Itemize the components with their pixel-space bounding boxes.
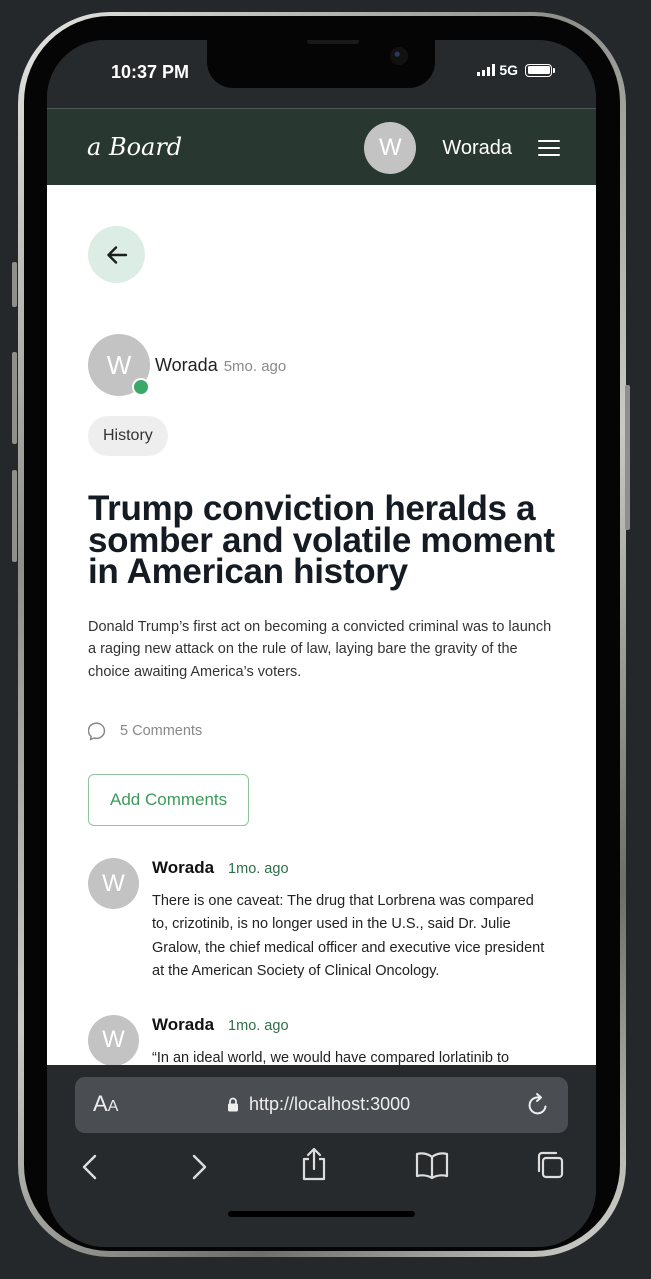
signal-icon xyxy=(477,64,496,76)
comment-author[interactable]: Worada xyxy=(152,858,214,878)
comment-text: “In an ideal world, we would have compar… xyxy=(152,1049,510,1065)
comment-timestamp: 1mo. ago xyxy=(228,1017,289,1034)
post-title: Trump conviction heralds a somber and vo… xyxy=(88,489,555,591)
back-button[interactable] xyxy=(88,226,145,283)
arrow-left-icon xyxy=(106,245,127,264)
front-camera xyxy=(390,47,408,65)
network-type: 5G xyxy=(499,62,518,78)
status-bar: 10:37 PM 5G xyxy=(47,40,596,108)
status-time: 10:37 PM xyxy=(111,62,190,82)
menu-icon[interactable] xyxy=(538,140,560,156)
reload-icon[interactable] xyxy=(526,1092,550,1118)
comment-header: Worada 1mo. ago xyxy=(152,1015,552,1035)
browser-back-icon[interactable] xyxy=(80,1153,100,1181)
webview: a Board W Worada W Worada 5mo. ago Histo… xyxy=(47,108,596,1065)
app-header: a Board W Worada xyxy=(47,108,596,185)
post-excerpt: Donald Trump’s first act on becoming a c… xyxy=(88,618,552,681)
add-comment-button[interactable]: Add Comments xyxy=(88,774,250,827)
header-user-area: W Worada xyxy=(364,122,560,174)
tabs-icon[interactable] xyxy=(535,1150,565,1180)
comment-avatar[interactable]: W xyxy=(88,1014,139,1065)
comment-body: Worada 1mo. ago “In an ideal world, we w… xyxy=(152,1015,552,1065)
app-logo[interactable]: a Board xyxy=(87,133,182,161)
mute-switch xyxy=(12,262,17,307)
phone-screen: 10:37 PM 5G a Board W Worada W Worada 5m… xyxy=(47,40,596,1247)
browser-forward-icon[interactable] xyxy=(189,1153,209,1181)
lock-icon xyxy=(228,1097,238,1112)
author-avatar-wrap: W xyxy=(88,334,150,396)
category-tag[interactable]: History xyxy=(88,416,168,456)
url-text: http://localhost:3000 xyxy=(249,1094,411,1114)
comment-avatar[interactable]: W xyxy=(88,858,139,910)
bookmarks-icon[interactable] xyxy=(415,1151,449,1179)
volume-up-button xyxy=(12,352,17,444)
text-size-button[interactable]: AA xyxy=(93,1091,118,1117)
browser-toolbar: AA http://localhost:3000 xyxy=(47,1065,596,1247)
address-bar[interactable]: AA http://localhost:3000 xyxy=(75,1077,568,1133)
post-timestamp: 5mo. ago xyxy=(223,357,287,375)
header-username[interactable]: Worada xyxy=(442,137,512,160)
power-button xyxy=(625,385,630,530)
home-indicator[interactable] xyxy=(228,1211,415,1217)
notch xyxy=(207,40,435,88)
earpiece-speaker xyxy=(307,40,359,44)
post-author-name[interactable]: Worada xyxy=(155,355,218,376)
comment-body: Worada 1mo. ago There is one caveat: The… xyxy=(152,858,552,983)
share-icon[interactable] xyxy=(300,1147,328,1181)
volume-down-button xyxy=(12,470,17,562)
comment-bubble-icon xyxy=(88,722,106,741)
comment-author[interactable]: Worada xyxy=(152,1015,214,1035)
post-detail: W Worada 5mo. ago History Trump convicti… xyxy=(47,226,596,1065)
post-author-row: W Worada 5mo. ago xyxy=(88,334,555,396)
comments-count-label: 5 Comments xyxy=(120,723,203,740)
battery-icon xyxy=(525,63,555,77)
user-avatar[interactable]: W xyxy=(364,122,417,174)
comment-item: W Worada 1mo. ago There is one caveat: T… xyxy=(88,858,555,983)
comment-header: Worada 1mo. ago xyxy=(152,858,552,878)
comments-count: 5 Comments xyxy=(88,721,555,741)
comment-text: There is one caveat: The drug that Lorbr… xyxy=(152,893,545,979)
comment-item: W Worada 1mo. ago “In an ideal world, we… xyxy=(88,1014,555,1065)
status-indicators: 5G xyxy=(477,62,555,78)
comment-list: W Worada 1mo. ago There is one caveat: T… xyxy=(88,858,555,1065)
online-status-dot xyxy=(132,378,150,396)
comment-timestamp: 1mo. ago xyxy=(228,861,289,878)
